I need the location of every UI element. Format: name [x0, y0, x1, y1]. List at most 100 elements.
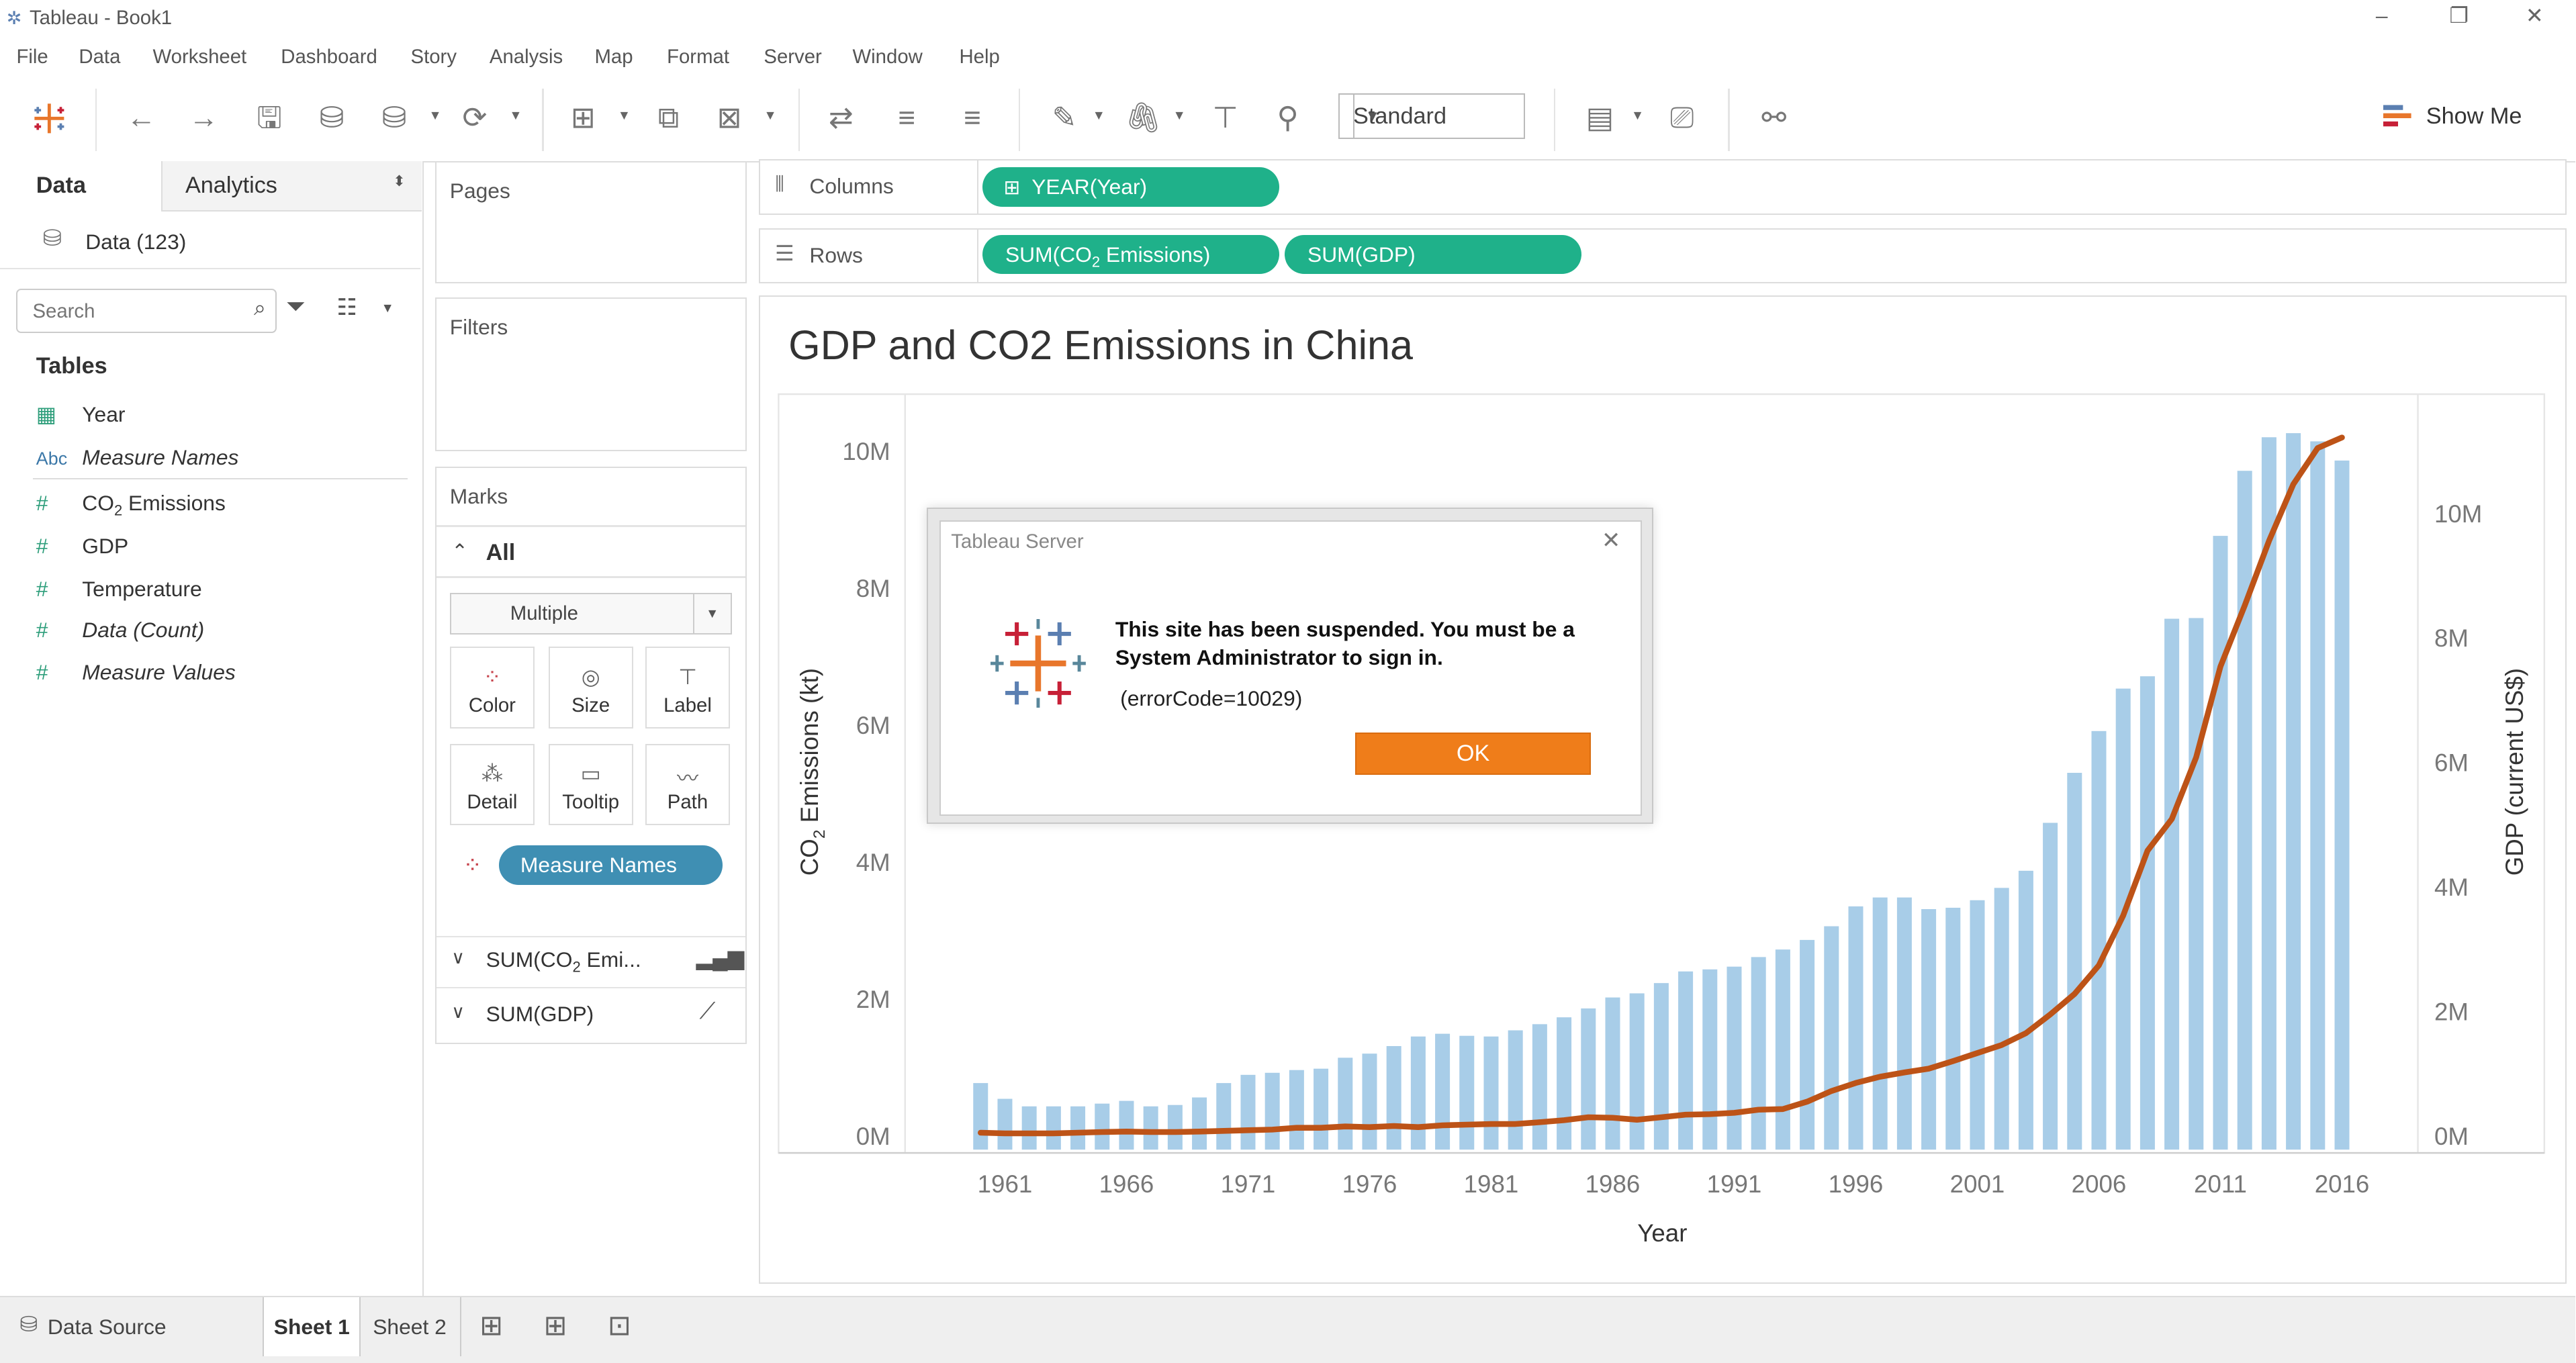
y2-axis-title: GDP (current US$): [2501, 668, 2528, 876]
x-tick-label: 1961: [978, 1170, 1033, 1198]
bar-co2-2001[interactable]: [1970, 900, 1985, 1150]
bar-co2-2009[interactable]: [2164, 618, 2180, 1150]
bar-co2-1988[interactable]: [1653, 983, 1669, 1150]
bar-co2-2015[interactable]: [2310, 441, 2326, 1150]
bar-co2-1993[interactable]: [1775, 949, 1790, 1150]
bar-co2-1960[interactable]: [973, 1083, 988, 1150]
bar-co2-1964[interactable]: [1070, 1106, 1086, 1150]
y2-tick-label: 2M: [2434, 998, 2469, 1025]
x-tick-label: 1976: [1342, 1170, 1397, 1198]
x-tick-label: 2006: [2072, 1170, 2127, 1198]
y-tick-label: 0M: [856, 1123, 890, 1150]
bar-co2-1982[interactable]: [1508, 1030, 1523, 1150]
y2-tick-label: 4M: [2434, 874, 2469, 901]
x-tick-label: 1981: [1464, 1170, 1519, 1198]
bar-co2-2006[interactable]: [2091, 731, 2107, 1150]
bar-co2-1962[interactable]: [1021, 1106, 1037, 1150]
y2-tick-label: 10M: [2434, 500, 2482, 528]
bar-co2-1966[interactable]: [1119, 1100, 1134, 1150]
x-tick-label: 1991: [1707, 1170, 1762, 1198]
y-tick-label: 4M: [856, 849, 890, 876]
bar-co2-1986[interactable]: [1605, 997, 1620, 1150]
x-tick-label: 1971: [1221, 1170, 1276, 1198]
bar-co2-1981[interactable]: [1483, 1036, 1499, 1150]
bar-co2-1994[interactable]: [1800, 939, 1815, 1150]
sheet-2-tab[interactable]: Sheet 2: [373, 1297, 447, 1356]
bar-co2-2016[interactable]: [2334, 460, 2350, 1150]
bar-co2-1989[interactable]: [1678, 971, 1694, 1150]
bar-co2-1977[interactable]: [1386, 1045, 1401, 1150]
bar-co2-1979[interactable]: [1435, 1033, 1451, 1150]
bar-co2-2003[interactable]: [2018, 870, 2033, 1150]
bar-co2-1975[interactable]: [1338, 1058, 1353, 1150]
bar-co2-1968[interactable]: [1167, 1104, 1183, 1150]
bar-co2-2014[interactable]: [2286, 433, 2301, 1150]
bar-co2-1965[interactable]: [1095, 1103, 1110, 1150]
new-worksheet-icon[interactable]: ⊞: [479, 1309, 503, 1342]
bar-co2-1999[interactable]: [1921, 908, 1937, 1150]
sheet-tabs-bar: ⛁ Data Source Sheet 1 Sheet 2 ⊞ ⊞ ⊡: [0, 1295, 2576, 1363]
y-tick-label: 10M: [842, 438, 890, 465]
y2-tick-label: 6M: [2434, 749, 2469, 777]
new-dashboard-icon[interactable]: ⊞: [544, 1309, 567, 1342]
bar-co2-1970[interactable]: [1216, 1083, 1232, 1150]
bar-co2-2004[interactable]: [2043, 822, 2058, 1150]
data-source-tab[interactable]: Data Source: [48, 1297, 167, 1356]
y-ticks: 0M 2M 4M 6M 8M 10M: [842, 438, 890, 1150]
bar-co2-1974[interactable]: [1314, 1068, 1329, 1150]
ok-button[interactable]: OK: [1354, 732, 1592, 775]
bar-co2-1983[interactable]: [1532, 1024, 1547, 1150]
x-tick-label: 2001: [1950, 1170, 2005, 1198]
bar-co2-1976[interactable]: [1362, 1053, 1377, 1150]
bar-co2-1985[interactable]: [1581, 1008, 1596, 1150]
y-tick-label: 8M: [856, 575, 890, 602]
bar-co2-1991[interactable]: [1727, 966, 1742, 1150]
bar-co2-1961[interactable]: [997, 1098, 1013, 1150]
x-axis-title: Year: [1637, 1219, 1687, 1247]
bar-co2-1995[interactable]: [1824, 926, 1839, 1150]
dialog-error-code: (errorCode=10029): [1120, 686, 1303, 711]
new-story-icon[interactable]: ⊡: [608, 1309, 631, 1342]
close-icon[interactable]: ✕: [1602, 527, 1621, 554]
y2-tick-label: 0M: [2434, 1123, 2469, 1150]
bar-co2-1996[interactable]: [1848, 906, 1864, 1150]
bar-co2-2005[interactable]: [2067, 773, 2082, 1150]
bar-co2-1971[interactable]: [1240, 1074, 1256, 1150]
x-tick-label: 2011: [2194, 1170, 2247, 1198]
x-tick-label: 1986: [1585, 1170, 1641, 1198]
bar-co2-2008[interactable]: [2140, 676, 2155, 1150]
bar-co2-1987[interactable]: [1629, 993, 1645, 1150]
y2-ticks: 0M 2M 4M 6M 8M 10M: [2434, 500, 2482, 1150]
bar-co2-1973[interactable]: [1289, 1070, 1304, 1150]
x-tick-label: 1966: [1099, 1170, 1154, 1198]
bar-co2-2012[interactable]: [2237, 471, 2252, 1150]
x-ticks: 1961 1966 1971 1976 1981 1986 1991 1996 2001 2006…: [978, 1170, 2370, 1198]
bar-co2-1984[interactable]: [1557, 1017, 1572, 1150]
bar-co2-1997[interactable]: [1872, 897, 1888, 1150]
y-tick-label: 6M: [856, 712, 890, 739]
datasource-icon: ⛁: [19, 1311, 38, 1336]
bar-co2-1980[interactable]: [1459, 1035, 1475, 1150]
x-tick-label: 2016: [2315, 1170, 2370, 1198]
bar-co2-1998[interactable]: [1896, 897, 1912, 1150]
bar-co2-2002[interactable]: [1994, 888, 2009, 1150]
bar-co2-2011[interactable]: [2213, 536, 2228, 1150]
bar-co2-1967[interactable]: [1143, 1106, 1158, 1150]
bar-co2-1969[interactable]: [1192, 1097, 1207, 1150]
y-axis-title: CO2 Emissions (kt): [796, 668, 829, 876]
bar-co2-2010[interactable]: [2189, 618, 2204, 1150]
dialog-title: Tableau Server: [951, 530, 1084, 553]
bar-co2-2000[interactable]: [1945, 907, 1961, 1150]
y-tick-label: 2M: [856, 986, 890, 1013]
x-tick-label: 1996: [1829, 1170, 1884, 1198]
bar-co2-1992[interactable]: [1751, 957, 1766, 1150]
y2-tick-label: 8M: [2434, 624, 2469, 652]
bar-co2-1963[interactable]: [1046, 1106, 1061, 1150]
tableau-logo-icon: [990, 619, 1086, 708]
sheet-1-tab[interactable]: Sheet 1: [263, 1297, 361, 1356]
dialog-message: This site has been suspended. You must b…: [1115, 617, 1575, 669]
divider: [459, 1297, 462, 1356]
bar-co2-1990[interactable]: [1702, 969, 1718, 1150]
bar-co2-1978[interactable]: [1410, 1036, 1426, 1150]
bar-co2-1972[interactable]: [1264, 1072, 1280, 1150]
